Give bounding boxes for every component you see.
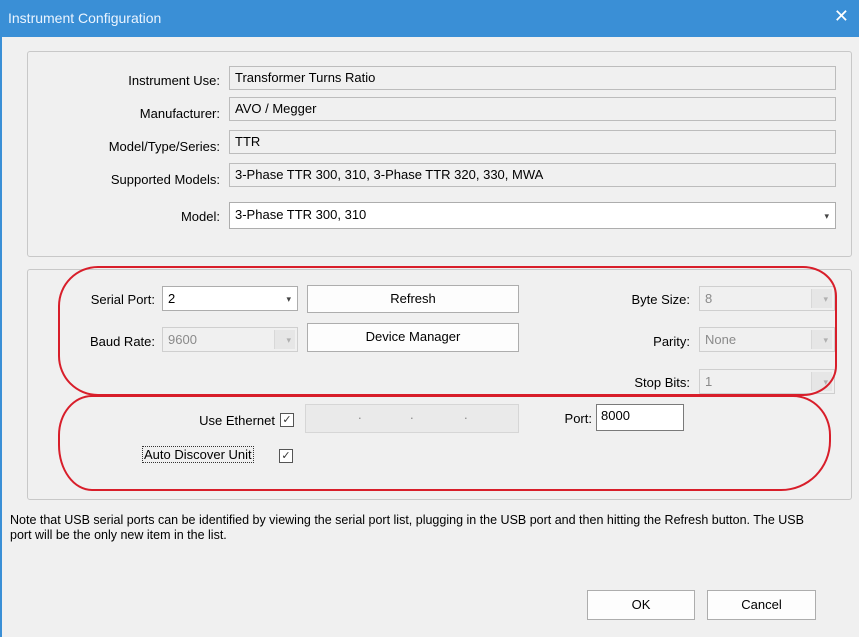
- window-left-edge: [0, 37, 2, 637]
- manufacturer-label: Manufacturer:: [139, 106, 220, 121]
- usb-note: Note that USB serial ports can be identi…: [10, 513, 804, 542]
- manufacturer-field: AVO / Megger: [229, 97, 836, 121]
- ok-button[interactable]: OK: [587, 590, 695, 620]
- serial-settings-annotation: [58, 266, 837, 396]
- supported-models-label: Supported Models:: [110, 172, 220, 187]
- model-label: Model:: [180, 209, 220, 224]
- ethernet-settings-annotation: [58, 395, 831, 491]
- instrument-use-field: Transformer Turns Ratio: [229, 66, 836, 90]
- model-dropdown[interactable]: 3-Phase TTR 300, 310 ▾: [229, 202, 836, 229]
- chevron-down-icon: ▾: [824, 211, 829, 221]
- supported-models-field: 3-Phase TTR 300, 310, 3-Phase TTR 320, 3…: [229, 163, 836, 187]
- window-title: Instrument Configuration: [8, 10, 162, 26]
- cancel-button[interactable]: Cancel: [707, 590, 816, 620]
- model-type-label: Model/Type/Series:: [108, 139, 220, 154]
- model-type-field: TTR: [229, 130, 836, 154]
- instrument-use-label: Instrument Use:: [128, 73, 220, 88]
- model-dropdown-value: 3-Phase TTR 300, 310: [235, 207, 367, 222]
- close-icon[interactable]: ✕: [834, 6, 849, 27]
- title-bar: Instrument Configuration ✕: [0, 0, 859, 37]
